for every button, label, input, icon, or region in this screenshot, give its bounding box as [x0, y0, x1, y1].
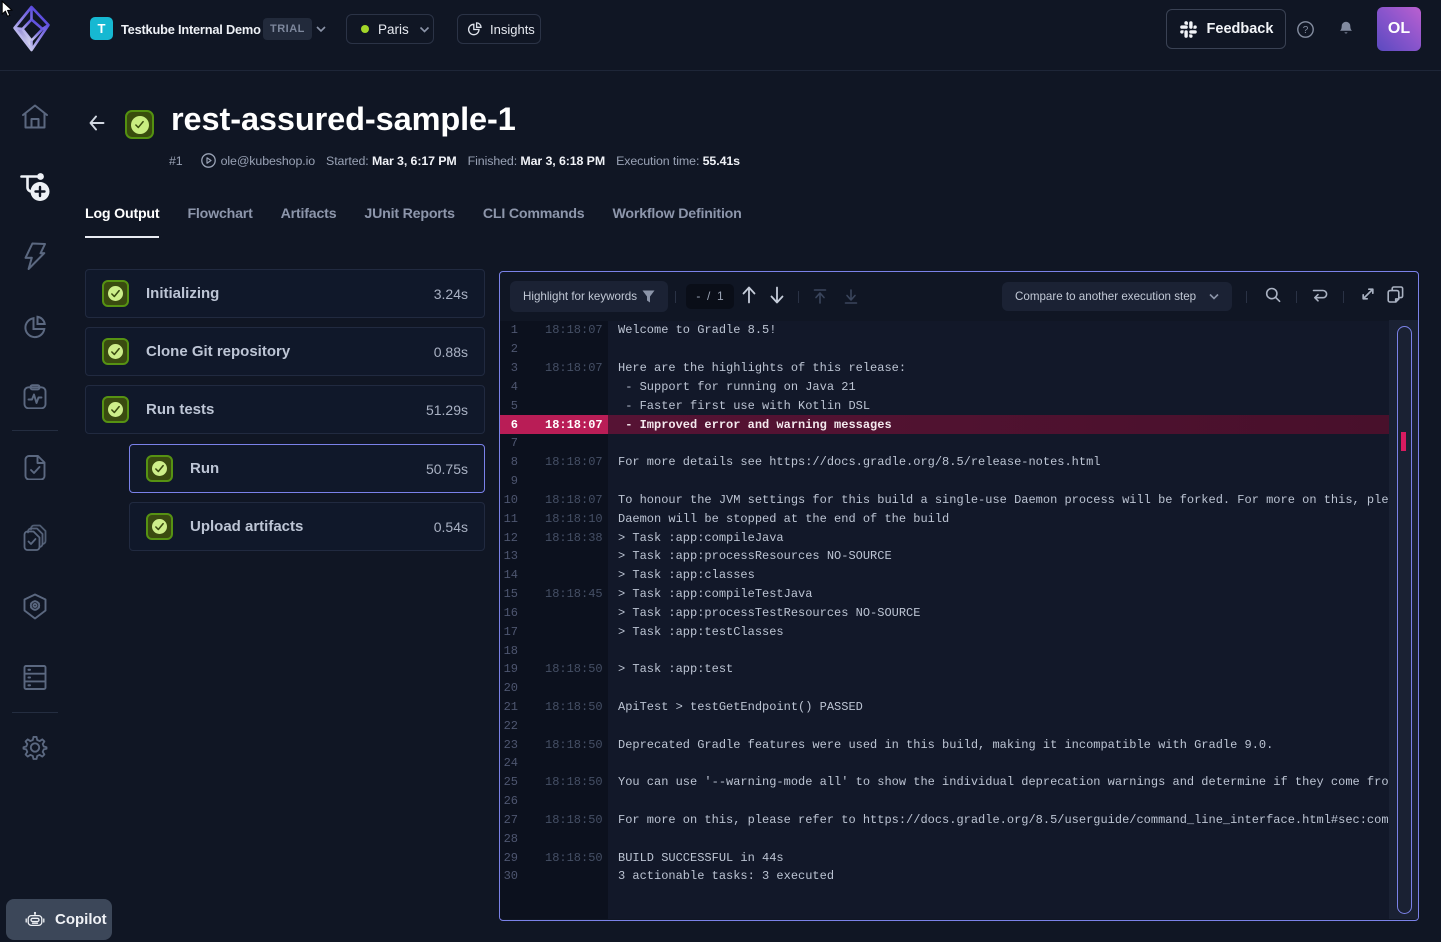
svg-text:?: ?	[1303, 25, 1309, 36]
